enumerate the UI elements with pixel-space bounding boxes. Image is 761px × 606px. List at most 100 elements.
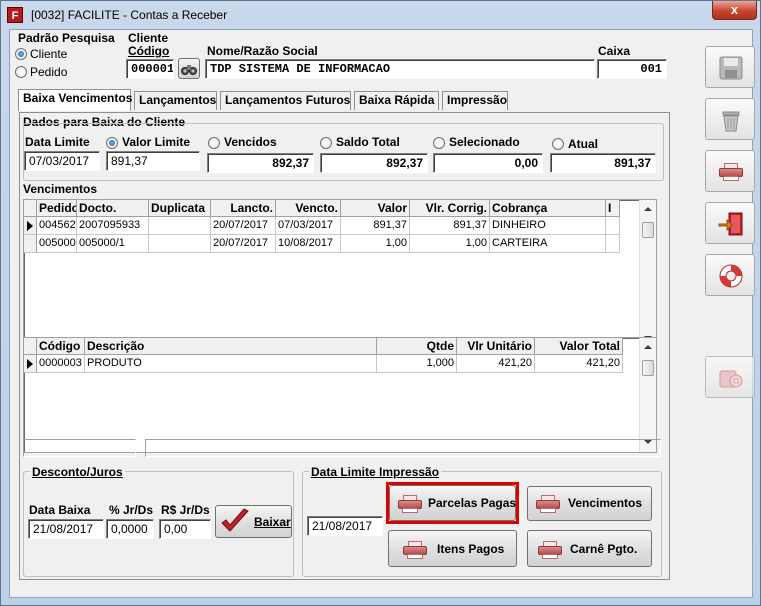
scroll-up-icon[interactable] <box>644 207 652 211</box>
vencimentos-button[interactable]: Vencimentos <box>527 486 652 521</box>
grid-corner <box>24 200 37 217</box>
col-descricao[interactable]: Descrição <box>85 338 377 355</box>
radio-saldo-total[interactable] <box>320 137 332 149</box>
floppy-disk-icon <box>719 56 743 80</box>
tab-baixa-vencimentos[interactable]: Baixa Vencimentos <box>18 89 132 111</box>
col-codigo[interactable]: Código <box>37 338 85 355</box>
rs-field[interactable]: 0,00 <box>159 519 211 539</box>
tab-impressao[interactable]: Impressão <box>442 91 508 110</box>
radio-cliente-label: Cliente <box>30 47 68 61</box>
title-bar: F [0032] FACILITE - Contas a Receber x <box>1 1 760 29</box>
pct-field[interactable]: 0,0000 <box>106 519 154 539</box>
table-cell[interactable]: 005000/1 <box>77 235 149 253</box>
scroll-thumb[interactable] <box>642 222 654 238</box>
data-impressao-field[interactable]: 21/08/2017 <box>307 516 383 536</box>
col-vencto[interactable]: Vencto. <box>276 200 341 217</box>
radio-selecionado[interactable] <box>433 137 445 149</box>
col-docto[interactable]: Docto. <box>77 200 149 217</box>
selecionado-field[interactable]: 0,00 <box>433 153 543 173</box>
saldo-total-field[interactable]: 892,37 <box>320 153 428 173</box>
valor-limite-field[interactable]: 891,37 <box>106 151 200 171</box>
table-cell[interactable]: 421,20 <box>535 355 623 373</box>
radio-cliente[interactable] <box>15 48 27 60</box>
table-cell[interactable]: DINHEIRO <box>490 217 606 235</box>
pct-label: % Jr/Ds <box>109 503 154 517</box>
tab-lancamentos[interactable]: Lançamentos <box>134 91 217 110</box>
radio-atual[interactable] <box>552 138 564 150</box>
codigo-field[interactable]: 000001 <box>126 59 174 79</box>
close-button[interactable]: x <box>712 1 757 20</box>
print-button[interactable] <box>705 150 755 192</box>
col-lancto[interactable]: Lancto. <box>211 200 276 217</box>
vencimentos-grid[interactable]: Pedido Docto. Duplicata Lancto. Vencto. … <box>23 199 657 349</box>
carne-pgto-button[interactable]: Carnê Pgto. <box>527 530 652 567</box>
table-cell[interactable]: 07/03/2017 <box>276 217 341 235</box>
atual-field[interactable]: 891,37 <box>550 153 656 173</box>
itens-pagos-button[interactable]: Itens Pagos <box>388 530 517 567</box>
data-baixa-field[interactable]: 21/08/2017 <box>28 519 104 539</box>
save-button[interactable] <box>705 46 755 88</box>
col-valor[interactable]: Valor <box>341 200 410 217</box>
tab-baixa-rapida[interactable]: Baixa Rápida <box>354 91 439 110</box>
scroll-thumb[interactable] <box>642 360 654 376</box>
radio-vencidos[interactable] <box>208 137 220 149</box>
tab-panel-baixa-vencimentos: Dados para Baixa do Cliente Data Limite … <box>19 112 670 580</box>
col-cobranca[interactable]: Cobrança <box>490 200 606 217</box>
table-cell[interactable]: 20/07/2017 <box>211 217 276 235</box>
table-cell[interactable]: 20/07/2017 <box>211 235 276 253</box>
row-indicator <box>24 235 37 253</box>
table-cell[interactable]: 421,20 <box>457 355 535 373</box>
table-cell[interactable]: 1,00 <box>410 235 490 253</box>
status-panel-right <box>145 439 661 457</box>
grid-corner <box>24 338 37 355</box>
table-cell[interactable]: 1,000 <box>377 355 457 373</box>
printer-icon <box>536 495 560 513</box>
table-cell[interactable]: 891,37 <box>341 217 410 235</box>
table-cell[interactable] <box>149 217 211 235</box>
data-limite-field[interactable]: 07/03/2017 <box>24 151 100 171</box>
itens-scrollbar[interactable] <box>639 338 656 452</box>
table-cell[interactable]: CARTEIRA <box>490 235 606 253</box>
lifebuoy-icon <box>719 264 743 288</box>
itens-grid[interactable]: Código Descrição Qtde Vlr Unitário Valor… <box>23 337 657 453</box>
col-qtde[interactable]: Qtde <box>377 338 457 355</box>
table-cell[interactable]: 0000003 <box>37 355 85 373</box>
nome-field[interactable]: TDP SISTEMA DE INFORMACAO <box>205 59 595 79</box>
table-cell[interactable]: 004562 <box>37 217 77 235</box>
table-cell[interactable] <box>606 217 620 235</box>
status-panel-left <box>23 439 136 457</box>
current-row-icon <box>27 359 33 369</box>
table-cell[interactable]: PRODUTO <box>85 355 377 373</box>
settings-button[interactable] <box>705 356 755 398</box>
col-vlr-unitario[interactable]: Vlr Unitário <box>457 338 535 355</box>
scroll-up-icon[interactable] <box>644 345 652 349</box>
table-cell[interactable]: 005000 <box>37 235 77 253</box>
vencimentos-scrollbar[interactable] <box>639 200 656 348</box>
table-cell[interactable]: 10/08/2017 <box>276 235 341 253</box>
help-button[interactable] <box>705 254 755 296</box>
col-valor-total[interactable]: Valor Total <box>535 338 623 355</box>
trash-icon <box>722 111 740 132</box>
valor-limite-label: Valor Limite <box>122 135 191 149</box>
tab-lancamentos-futuros[interactable]: Lançamentos Futuros <box>220 91 351 110</box>
col-duplicata[interactable]: Duplicata <box>149 200 211 217</box>
table-cell[interactable] <box>149 235 211 253</box>
baixar-button[interactable]: Baixar <box>215 505 292 538</box>
table-cell[interactable]: 891,37 <box>410 217 490 235</box>
exit-door-icon <box>718 212 743 236</box>
col-i[interactable]: I <box>606 200 620 217</box>
radio-pedido[interactable] <box>15 66 27 78</box>
vencidos-field[interactable]: 892,37 <box>207 153 314 173</box>
delete-button[interactable] <box>705 98 755 140</box>
exit-button[interactable] <box>705 202 755 244</box>
col-vlr-corrig[interactable]: Vlr. Corrig. <box>410 200 490 217</box>
col-pedido[interactable]: Pedido <box>37 200 77 217</box>
vencidos-label: Vencidos <box>224 135 277 149</box>
table-cell[interactable]: 1,00 <box>341 235 410 253</box>
radio-valor-limite[interactable] <box>106 137 118 149</box>
table-cell[interactable] <box>606 235 620 253</box>
search-client-button[interactable] <box>178 58 200 79</box>
table-cell[interactable]: 2007095933 <box>77 217 149 235</box>
caixa-field[interactable]: 001 <box>597 59 667 79</box>
vencimentos-title: Vencimentos <box>23 182 98 196</box>
